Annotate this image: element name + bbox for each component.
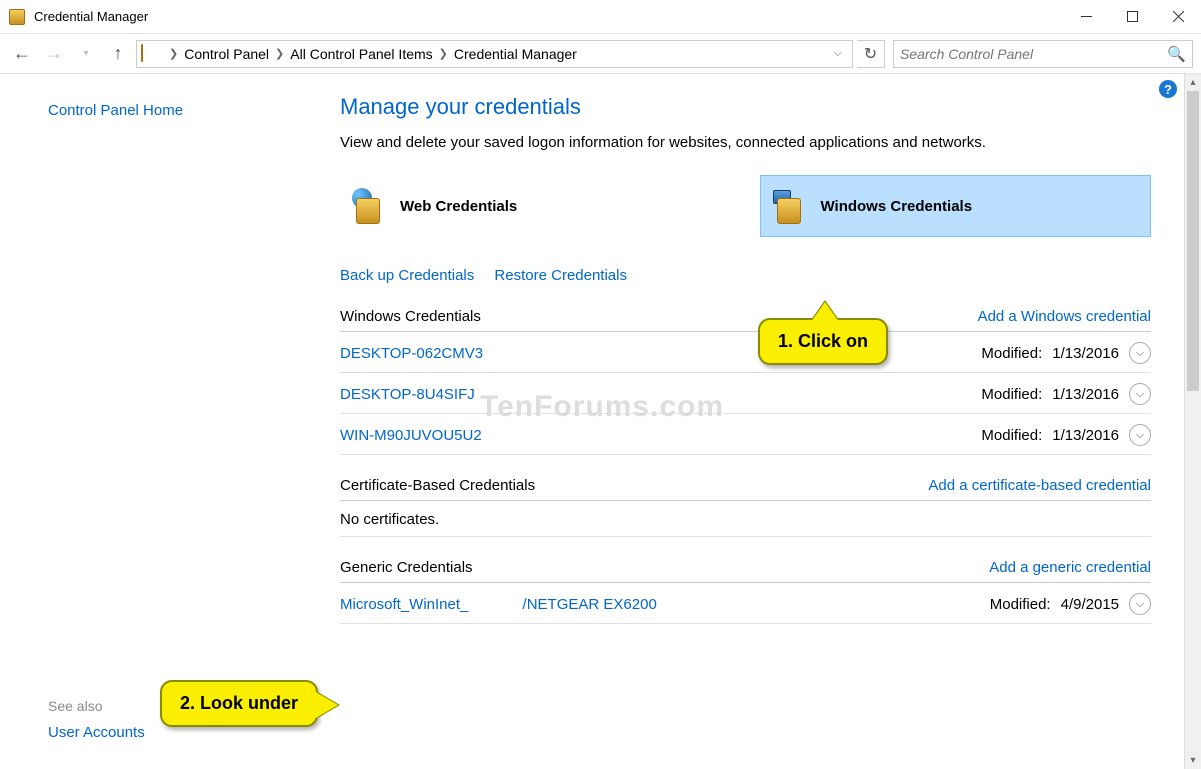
section-title: Certificate-Based Credentials: [340, 477, 535, 494]
action-links: Back up Credentials Restore Credentials: [340, 267, 1151, 284]
expand-icon[interactable]: ⌵: [1129, 593, 1151, 615]
section-title: Generic Credentials: [340, 559, 473, 576]
add-windows-credential-link[interactable]: Add a Windows credential: [978, 308, 1151, 325]
credential-row[interactable]: WIN-M90JUVOU5U2 Modified: 1/13/2016 ⌵: [340, 414, 1151, 455]
navbar: ← → ▾ ↑ ❯ Control Panel ❯ All Control Pa…: [0, 34, 1201, 74]
breadcrumb[interactable]: ❯ Control Panel ❯ All Control Panel Item…: [136, 40, 853, 68]
add-certificate-credential-link[interactable]: Add a certificate-based credential: [928, 477, 1151, 494]
modified-label: Modified:: [981, 345, 1042, 362]
sidebar: Control Panel Home See also User Account…: [0, 74, 330, 769]
restore-credentials-link[interactable]: Restore Credentials: [494, 267, 627, 284]
credential-row[interactable]: DESKTOP-062CMV3 Modified: 1/13/2016 ⌵: [340, 332, 1151, 373]
scroll-up-icon[interactable]: ▴: [1185, 74, 1201, 91]
credential-name: DESKTOP-062CMV3: [340, 345, 483, 362]
modified-date: 1/13/2016: [1052, 345, 1119, 362]
credential-name: Microsoft_WinInet_ /NETGEAR EX6200: [340, 596, 657, 613]
back-button[interactable]: ←: [8, 40, 36, 68]
chevron-right-icon: ❯: [439, 47, 448, 60]
scrollbar-thumb[interactable]: [1187, 91, 1199, 391]
breadcrumb-item[interactable]: Control Panel: [184, 46, 269, 62]
tab-windows-credentials[interactable]: Windows Credentials: [760, 175, 1152, 237]
modified-date: 1/13/2016: [1052, 427, 1119, 444]
forward-button[interactable]: →: [40, 40, 68, 68]
minimize-button[interactable]: [1063, 1, 1109, 33]
modified-date: 1/13/2016: [1052, 386, 1119, 403]
section-windows-credentials: Windows Credentials Add a Windows creden…: [340, 308, 1151, 455]
section-certificate-credentials: Certificate-Based Credentials Add a cert…: [340, 477, 1151, 537]
window-controls: [1063, 1, 1201, 33]
section-title: Windows Credentials: [340, 308, 481, 325]
control-panel-home-link[interactable]: Control Panel Home: [48, 102, 330, 119]
maximize-button[interactable]: [1109, 1, 1155, 33]
user-accounts-link[interactable]: User Accounts: [48, 724, 145, 741]
credential-row[interactable]: Microsoft_WinInet_ /NETGEAR EX6200 Modif…: [340, 583, 1151, 624]
expand-icon[interactable]: ⌵: [1129, 342, 1151, 364]
breadcrumb-item[interactable]: All Control Panel Items: [290, 46, 432, 62]
add-generic-credential-link[interactable]: Add a generic credential: [989, 559, 1151, 576]
tab-web-credentials[interactable]: Web Credentials: [340, 175, 730, 237]
credential-name: WIN-M90JUVOU5U2: [340, 427, 482, 444]
see-also: See also User Accounts: [48, 698, 145, 749]
main-content: ? Manage your credentials View and delet…: [330, 74, 1201, 769]
annotation-callout-1: 1. Click on: [758, 318, 888, 365]
callout-text: 2. Look under: [180, 693, 298, 713]
tab-label: Windows Credentials: [821, 198, 973, 215]
expand-icon[interactable]: ⌵: [1129, 424, 1151, 446]
chevron-right-icon: ❯: [169, 47, 178, 60]
callout-text: 1. Click on: [778, 331, 868, 351]
section-generic-credentials: Generic Credentials Add a generic creden…: [340, 559, 1151, 624]
scroll-down-icon[interactable]: ▾: [1185, 752, 1201, 769]
modified-label: Modified:: [990, 596, 1051, 613]
see-also-label: See also: [48, 698, 145, 714]
tab-label: Web Credentials: [400, 198, 517, 215]
windows-credentials-icon: [771, 186, 811, 226]
page-heading: Manage your credentials: [340, 94, 1151, 120]
help-icon[interactable]: ?: [1159, 80, 1177, 98]
app-icon: [8, 8, 26, 26]
search-icon[interactable]: 🔍: [1167, 45, 1186, 63]
credential-name: DESKTOP-8U4SIFJ: [340, 386, 475, 403]
up-button[interactable]: ↑: [104, 40, 132, 68]
backup-credentials-link[interactable]: Back up Credentials: [340, 267, 474, 284]
refresh-button[interactable]: ↻: [857, 40, 885, 68]
search-input[interactable]: [900, 46, 1167, 62]
modified-date: 4/9/2015: [1061, 596, 1119, 613]
page-subtitle: View and delete your saved logon informa…: [340, 134, 1151, 151]
breadcrumb-item[interactable]: Credential Manager: [454, 46, 577, 62]
annotation-callout-2: 2. Look under: [160, 680, 318, 727]
titlebar: Credential Manager: [0, 0, 1201, 34]
vertical-scrollbar[interactable]: ▴ ▾: [1184, 74, 1201, 769]
breadcrumb-icon: [141, 45, 159, 63]
modified-label: Modified:: [981, 386, 1042, 403]
credential-row[interactable]: DESKTOP-8U4SIFJ Modified: 1/13/2016 ⌵: [340, 373, 1151, 414]
chevron-right-icon: ❯: [275, 47, 284, 60]
modified-label: Modified:: [981, 427, 1042, 444]
no-certificates-text: No certificates.: [340, 501, 1151, 537]
chevron-down-icon[interactable]: ⌵: [834, 47, 842, 60]
search-box[interactable]: 🔍: [893, 40, 1193, 68]
window-title: Credential Manager: [34, 9, 1063, 24]
web-credentials-icon: [350, 186, 390, 226]
expand-icon[interactable]: ⌵: [1129, 383, 1151, 405]
recent-dropdown[interactable]: ▾: [72, 40, 100, 68]
close-button[interactable]: [1155, 1, 1201, 33]
